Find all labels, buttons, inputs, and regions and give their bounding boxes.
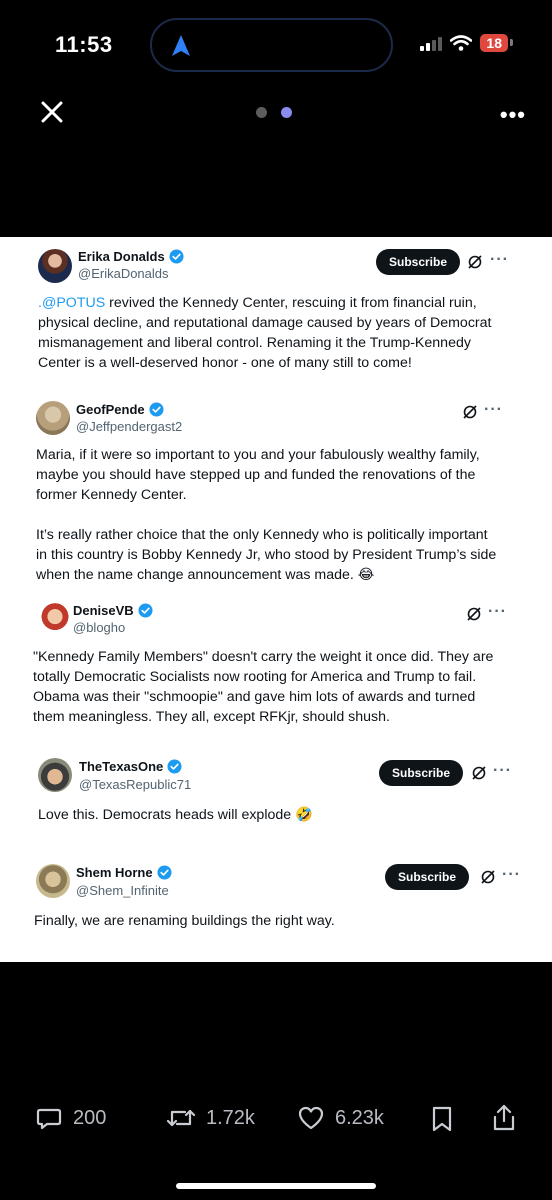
navigation-arrow-icon bbox=[172, 35, 190, 56]
reply-text: Maria, if it were so important to you an… bbox=[36, 447, 497, 583]
battery-indicator: 18 bbox=[480, 34, 513, 52]
more-options-icon[interactable]: ··· bbox=[484, 401, 503, 419]
author-name[interactable]: Shem Horne bbox=[76, 865, 153, 880]
subscribe-button[interactable]: Subscribe bbox=[379, 760, 463, 786]
page-dot[interactable] bbox=[256, 107, 267, 118]
media-viewer-header: ••• bbox=[0, 92, 552, 136]
repost-count: 1.72k bbox=[206, 1106, 255, 1129]
like-count: 6.23k bbox=[335, 1106, 384, 1129]
more-options-icon[interactable]: ··· bbox=[488, 603, 507, 621]
author-name[interactable]: Erika Donalds bbox=[78, 249, 165, 264]
grok-icon[interactable] bbox=[462, 404, 478, 420]
verified-badge-icon bbox=[138, 603, 153, 618]
heart-icon bbox=[298, 1106, 324, 1130]
author-name-row: Erika Donalds bbox=[78, 249, 184, 264]
verified-badge-icon bbox=[149, 402, 164, 417]
avatar[interactable] bbox=[38, 249, 72, 283]
verified-badge-icon bbox=[167, 759, 182, 774]
reply-text: Love this. Democrats heads will explode … bbox=[38, 807, 313, 823]
subscribe-button[interactable]: Subscribe bbox=[385, 864, 469, 890]
bookmark-icon[interactable] bbox=[430, 1105, 454, 1133]
author-name-row: TheTexasOne bbox=[79, 759, 182, 774]
cellular-signal-icon bbox=[420, 35, 443, 51]
status-time: 11:53 bbox=[55, 32, 113, 57]
avatar[interactable] bbox=[38, 603, 72, 637]
repost-icon bbox=[166, 1109, 196, 1127]
avatar[interactable] bbox=[36, 401, 70, 435]
author-name[interactable]: GeofPende bbox=[76, 402, 145, 417]
more-icon[interactable]: ••• bbox=[500, 102, 526, 128]
repost-button[interactable]: 1.72k bbox=[166, 1104, 255, 1132]
author-handle[interactable]: @Shem_Infinite bbox=[76, 883, 169, 898]
reply-text: Finally, we are renaming buildings the r… bbox=[34, 913, 335, 929]
author-name-row: DeniseVB bbox=[73, 603, 153, 618]
reply-text: "Kennedy Family Members" doesn't carry t… bbox=[33, 649, 494, 725]
grok-icon[interactable] bbox=[480, 869, 496, 885]
grok-icon[interactable] bbox=[467, 254, 483, 270]
grok-icon[interactable] bbox=[471, 765, 487, 781]
more-options-icon[interactable]: ··· bbox=[502, 866, 521, 884]
avatar[interactable] bbox=[38, 758, 72, 792]
avatar[interactable] bbox=[36, 864, 70, 898]
grok-icon[interactable] bbox=[466, 606, 482, 622]
share-icon[interactable] bbox=[490, 1103, 518, 1133]
author-name-row: Shem Horne bbox=[76, 865, 172, 880]
author-handle[interactable]: @TexasRepublic71 bbox=[79, 777, 191, 792]
more-options-icon[interactable]: ··· bbox=[493, 762, 512, 780]
mention-link[interactable]: .@POTUS bbox=[38, 295, 105, 311]
more-options-icon[interactable]: ··· bbox=[490, 251, 509, 269]
status-bar: 11:53 18 bbox=[0, 0, 552, 90]
author-name-row: GeofPende bbox=[76, 402, 164, 417]
post-action-bar: 200 1.72k 6.23k bbox=[0, 1098, 552, 1138]
status-icons: 18 bbox=[420, 34, 513, 52]
verified-badge-icon bbox=[157, 865, 172, 880]
home-indicator[interactable] bbox=[176, 1183, 376, 1189]
author-handle[interactable]: @blogho bbox=[73, 620, 125, 635]
reply-text: .@POTUS revived the Kennedy Center, resc… bbox=[38, 295, 492, 371]
verified-badge-icon bbox=[169, 249, 184, 264]
reply-button[interactable]: 200 bbox=[35, 1104, 106, 1132]
page-dot-active[interactable] bbox=[281, 107, 292, 118]
subscribe-button[interactable]: Subscribe bbox=[376, 249, 460, 275]
like-button[interactable]: 6.23k bbox=[297, 1104, 384, 1132]
reply-icon bbox=[36, 1108, 62, 1130]
author-handle[interactable]: @ErikaDonalds bbox=[78, 266, 169, 281]
author-name[interactable]: DeniseVB bbox=[73, 603, 134, 618]
page-indicator[interactable] bbox=[256, 107, 292, 118]
wifi-icon bbox=[450, 35, 473, 51]
reply-screenshot: Erika Donalds @ErikaDonalds Subscribe ··… bbox=[0, 237, 552, 962]
author-handle[interactable]: @Jeffpendergast2 bbox=[76, 419, 182, 434]
author-name[interactable]: TheTexasOne bbox=[79, 759, 163, 774]
dynamic-island[interactable] bbox=[150, 18, 393, 72]
close-icon[interactable] bbox=[38, 98, 66, 126]
reply-count: 200 bbox=[73, 1106, 107, 1129]
